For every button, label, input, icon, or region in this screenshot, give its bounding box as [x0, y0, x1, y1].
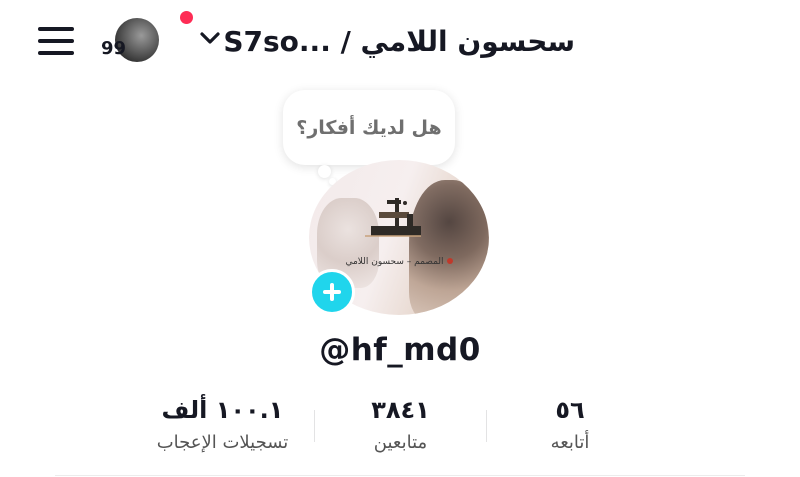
username: @hf_md0: [319, 332, 481, 368]
menu-line: [38, 27, 74, 31]
followers-stat[interactable]: ٣٨٤١ متابعين: [338, 395, 463, 454]
caption-dot: [446, 258, 453, 264]
menu-line: [38, 39, 74, 43]
following-stat[interactable]: ٥٦ أتابعه: [505, 395, 635, 454]
ideas-bubble-text: هل لديك أفكار؟: [296, 116, 442, 139]
notification-dot: [180, 11, 193, 24]
section-divider: [55, 475, 745, 476]
likes-label: تسجيلات الإعجاب: [156, 432, 289, 453]
plus-icon: [323, 283, 341, 301]
likes-count: ١٠٠.١ ألف: [161, 396, 284, 424]
avatar-badge-number: 99: [101, 38, 127, 59]
menu-line: [38, 51, 74, 55]
following-count: ٥٦: [555, 396, 585, 424]
add-story-button[interactable]: [309, 269, 355, 315]
chevron-down-icon[interactable]: [198, 28, 222, 48]
account-avatar[interactable]: 99: [101, 16, 161, 64]
stat-divider: [314, 410, 315, 442]
bubble-dot: [318, 165, 331, 178]
stat-divider: [486, 410, 487, 442]
menu-button[interactable]: [38, 27, 76, 57]
following-label: أتابعه: [550, 432, 590, 453]
likes-stat[interactable]: ١٠٠.١ ألف تسجيلات الإعجاب: [140, 395, 305, 454]
followers-label: متابعين: [373, 432, 428, 453]
account-title[interactable]: سحسون اللامي / ...S7so: [223, 22, 575, 62]
followers-count: ٣٨٤١: [371, 396, 430, 424]
avatar-logo: [357, 194, 437, 254]
ideas-bubble[interactable]: هل لديك أفكار؟: [283, 90, 455, 165]
avatar-caption: المصمم – سحسون اللامي: [329, 257, 469, 267]
